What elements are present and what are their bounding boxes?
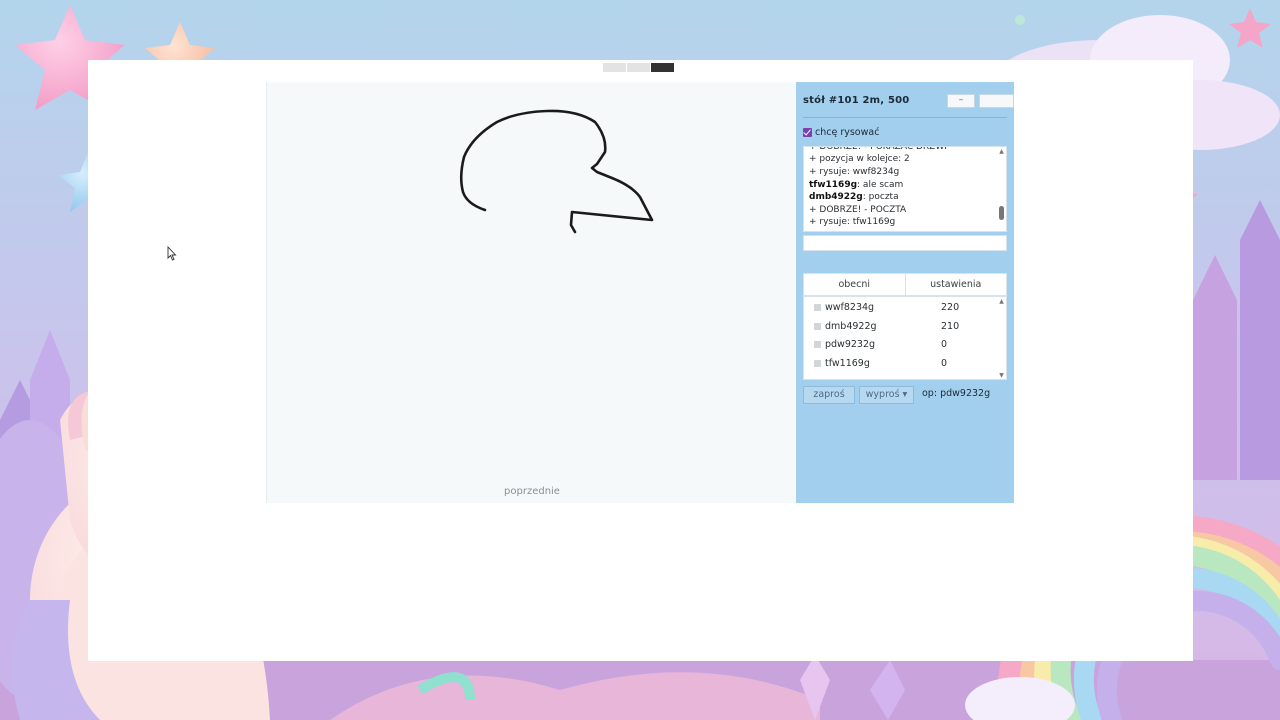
player-score: 210 bbox=[941, 320, 960, 332]
panel-action-button[interactable] bbox=[979, 94, 1014, 108]
chat-message: + rysuje: wwf8234g bbox=[809, 166, 999, 179]
window-control-strip bbox=[603, 63, 675, 72]
table-title: stół #101 2m, 500 bbox=[803, 95, 910, 106]
player-name: pdw9232g bbox=[825, 339, 876, 350]
chat-text: + DOBRZE! - POKAZAĆ DRZWI bbox=[809, 146, 947, 152]
player-name: dmb4922g bbox=[825, 320, 877, 332]
chat-text: : ale scam bbox=[857, 179, 904, 190]
player-status-icon bbox=[814, 304, 821, 311]
player-name: tfw1169g bbox=[825, 357, 870, 369]
window-control-1[interactable] bbox=[603, 63, 626, 72]
scroll-down-icon[interactable]: ▼ bbox=[998, 373, 1005, 379]
tab-settings[interactable]: ustawienia bbox=[904, 274, 1007, 295]
previous-drawing-button[interactable]: poprzednie bbox=[267, 486, 797, 497]
chat-text: : poczta bbox=[862, 192, 899, 203]
player-row[interactable]: dmb4922g 210 bbox=[804, 318, 994, 336]
mouse-cursor-icon bbox=[167, 246, 177, 261]
chat-message: + rysuje: tfw1169g bbox=[809, 216, 999, 229]
chat-text: + rysuje: wwf8234g bbox=[809, 167, 900, 178]
window-control-2[interactable] bbox=[627, 63, 650, 72]
drawing-canvas[interactable]: poprzednie bbox=[266, 82, 796, 503]
chat-input[interactable] bbox=[803, 235, 1007, 251]
player-status-icon bbox=[814, 322, 821, 330]
player-row[interactable]: wwf8234g 220 bbox=[804, 299, 994, 317]
want-draw-toggle[interactable]: chcę rysować bbox=[803, 127, 879, 138]
kick-button[interactable]: wyproś ▾ bbox=[859, 386, 914, 404]
game-side-panel: stół #101 2m, 500 – chcę rysować + DOBRZ… bbox=[796, 82, 1014, 503]
chat-message: + DOBRZE! - POKAZAĆ DRZWI bbox=[809, 146, 999, 153]
chat-message: + DOBRZE! - POCZTA bbox=[809, 204, 999, 217]
player-status-icon bbox=[814, 341, 821, 348]
chat-scrollbar[interactable]: ▲ bbox=[998, 148, 1005, 231]
minimize-button[interactable]: – bbox=[947, 94, 975, 108]
tab-present[interactable]: obecni bbox=[804, 274, 905, 295]
player-score: 220 bbox=[941, 302, 960, 313]
player-row[interactable]: pdw9232g 0 bbox=[804, 336, 994, 354]
divider bbox=[803, 117, 1007, 118]
player-score: 0 bbox=[941, 339, 948, 350]
players-list: wwf8234g 220 dmb4922g 210 pdw9232g 0 tfw1169g 0… bbox=[803, 296, 1007, 380]
chat-message: tfw1169g: ale scam bbox=[809, 179, 999, 192]
players-tabs: obecni ustawienia bbox=[803, 273, 1007, 296]
chat-message: dmb4922g: poczta bbox=[809, 191, 999, 204]
chat-author: dmb4922g bbox=[809, 192, 863, 203]
chat-author: tfw1169g bbox=[809, 179, 858, 190]
chat-message: + pozycja w kolejce: 2 bbox=[809, 153, 999, 166]
drawing-stroke bbox=[459, 109, 654, 234]
operator-label: op: pdw9232g bbox=[922, 388, 991, 399]
player-score: 0 bbox=[941, 357, 948, 369]
scroll-up-icon[interactable]: ▲ bbox=[998, 299, 1005, 305]
want-draw-checkbox[interactable] bbox=[803, 128, 812, 137]
players-scrollbar[interactable]: ▲ ▼ bbox=[998, 298, 1005, 380]
chat-log[interactable]: + DOBRZE! - POKAZAĆ DRZWI + pozycja w kol… bbox=[803, 146, 1007, 232]
window-control-active[interactable] bbox=[651, 63, 674, 72]
scroll-thumb[interactable] bbox=[999, 206, 1004, 220]
player-status-icon bbox=[814, 359, 821, 367]
chat-text: + rysuje: tfw1169g bbox=[809, 217, 896, 228]
chat-messages: + DOBRZE! - POKAZAĆ DRZWI + pozycja w kol… bbox=[809, 146, 999, 229]
want-draw-label: chcę rysować bbox=[815, 127, 880, 138]
player-row[interactable]: tfw1169g 0 bbox=[804, 355, 994, 373]
scroll-up-icon[interactable]: ▲ bbox=[998, 149, 1005, 155]
player-name: wwf8234g bbox=[825, 302, 875, 313]
invite-button[interactable]: zaproś bbox=[803, 386, 855, 404]
chat-text: + pozycja w kolejce: 2 bbox=[809, 154, 910, 165]
chat-text: + DOBRZE! - POCZTA bbox=[809, 204, 907, 215]
